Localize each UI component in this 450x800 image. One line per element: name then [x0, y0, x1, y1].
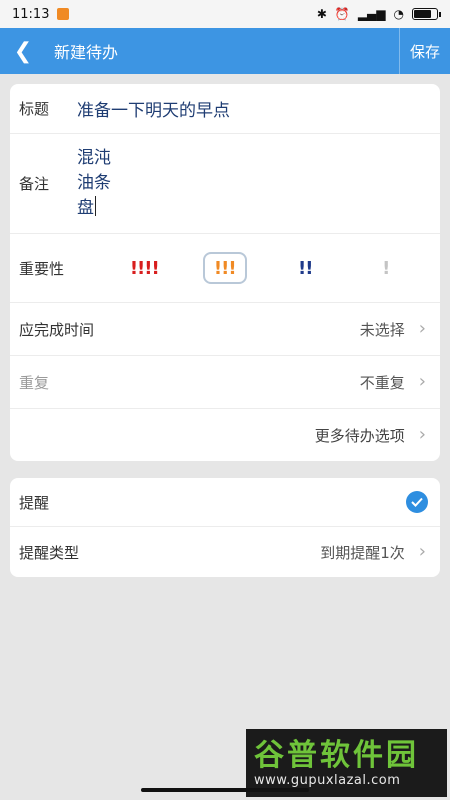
more-options-label: 更多待办选项 [314, 426, 405, 445]
chevron-right-icon: › [418, 371, 426, 392]
notes-line: 盘 [77, 196, 96, 218]
importance-option-low[interactable]: ! [364, 252, 408, 284]
more-options-row[interactable]: 更多待办选项 › [10, 409, 440, 461]
signal-icon: ▂▄▆ [357, 7, 386, 21]
home-indicator[interactable] [141, 788, 309, 792]
reminder-type-label: 提醒类型 [19, 543, 80, 562]
chevron-right-icon: › [418, 318, 426, 339]
repeat-label: 重复 [19, 373, 50, 392]
reminder-row[interactable]: 提醒 [10, 478, 440, 527]
importance-selector: !!!! !!! !! ! [104, 252, 426, 284]
notification-icon [57, 8, 70, 20]
due-time-label: 应完成时间 [19, 320, 95, 339]
reminder-type-row[interactable]: 提醒类型 到期提醒1次 › [10, 527, 440, 577]
wifi-icon: ◔ [393, 7, 404, 21]
importance-label: 重要性 [19, 259, 65, 278]
due-time-row[interactable]: 应完成时间 未选择 › [10, 303, 440, 356]
save-button[interactable]: 保存 [398, 28, 450, 74]
notes-label: 备注 [19, 175, 50, 193]
reminder-type-value: 到期提醒1次 [320, 543, 405, 562]
importance-option-medium[interactable]: !! [283, 252, 327, 284]
watermark-title: 谷普软件园 [254, 737, 419, 773]
title-row[interactable]: 标题 准备一下明天的早点 [10, 84, 440, 134]
reminder-label: 提醒 [19, 493, 50, 512]
notes-line: 油条 [77, 173, 111, 193]
alarm-icon: ⏰ [334, 7, 350, 21]
chevron-left-icon: ❮ [13, 38, 33, 64]
notes-row[interactable]: 备注 混沌 油条 盘 [10, 134, 440, 234]
importance-option-high[interactable]: !!! [202, 252, 247, 284]
app-bar: ❮ 新建待办 保存 [0, 28, 450, 74]
importance-row: 重要性 !!!! !!! !! ! [10, 234, 440, 303]
title-label: 标题 [19, 100, 50, 118]
chevron-right-icon: › [418, 541, 426, 562]
importance-option-critical[interactable]: !!!! [122, 252, 166, 284]
status-bar: 11:13 ✱ ⏰ ▂▄▆ ◔ [0, 0, 450, 28]
status-time: 11:13 [12, 6, 50, 22]
watermark-logo: 谷普软件园 www.gupuxlazal.com [246, 729, 447, 797]
due-time-value: 未选择 [359, 320, 405, 339]
repeat-row[interactable]: 重复 不重复 › [10, 356, 440, 409]
reminder-card: 提醒 提醒类型 到期提醒1次 › [10, 478, 440, 577]
bluetooth-icon: ✱ [316, 7, 327, 21]
repeat-value: 不重复 [359, 373, 405, 392]
todo-form-card: 标题 准备一下明天的早点 备注 混沌 油条 盘 重要性 !!!! !!! !! … [10, 84, 440, 461]
notes-input[interactable]: 混沌 油条 盘 [77, 146, 111, 221]
back-button[interactable]: ❮ [0, 28, 46, 74]
notes-line: 混沌 [77, 148, 111, 168]
title-input[interactable]: 准备一下明天的早点 [77, 96, 230, 121]
watermark-url: www.gupuxlazal.com [254, 772, 401, 788]
chevron-right-icon: › [418, 424, 426, 445]
battery-icon [412, 8, 441, 20]
text-cursor [95, 196, 96, 216]
reminder-checkbox[interactable] [406, 491, 428, 513]
page-title: 新建待办 [54, 43, 119, 62]
check-icon [411, 497, 423, 507]
